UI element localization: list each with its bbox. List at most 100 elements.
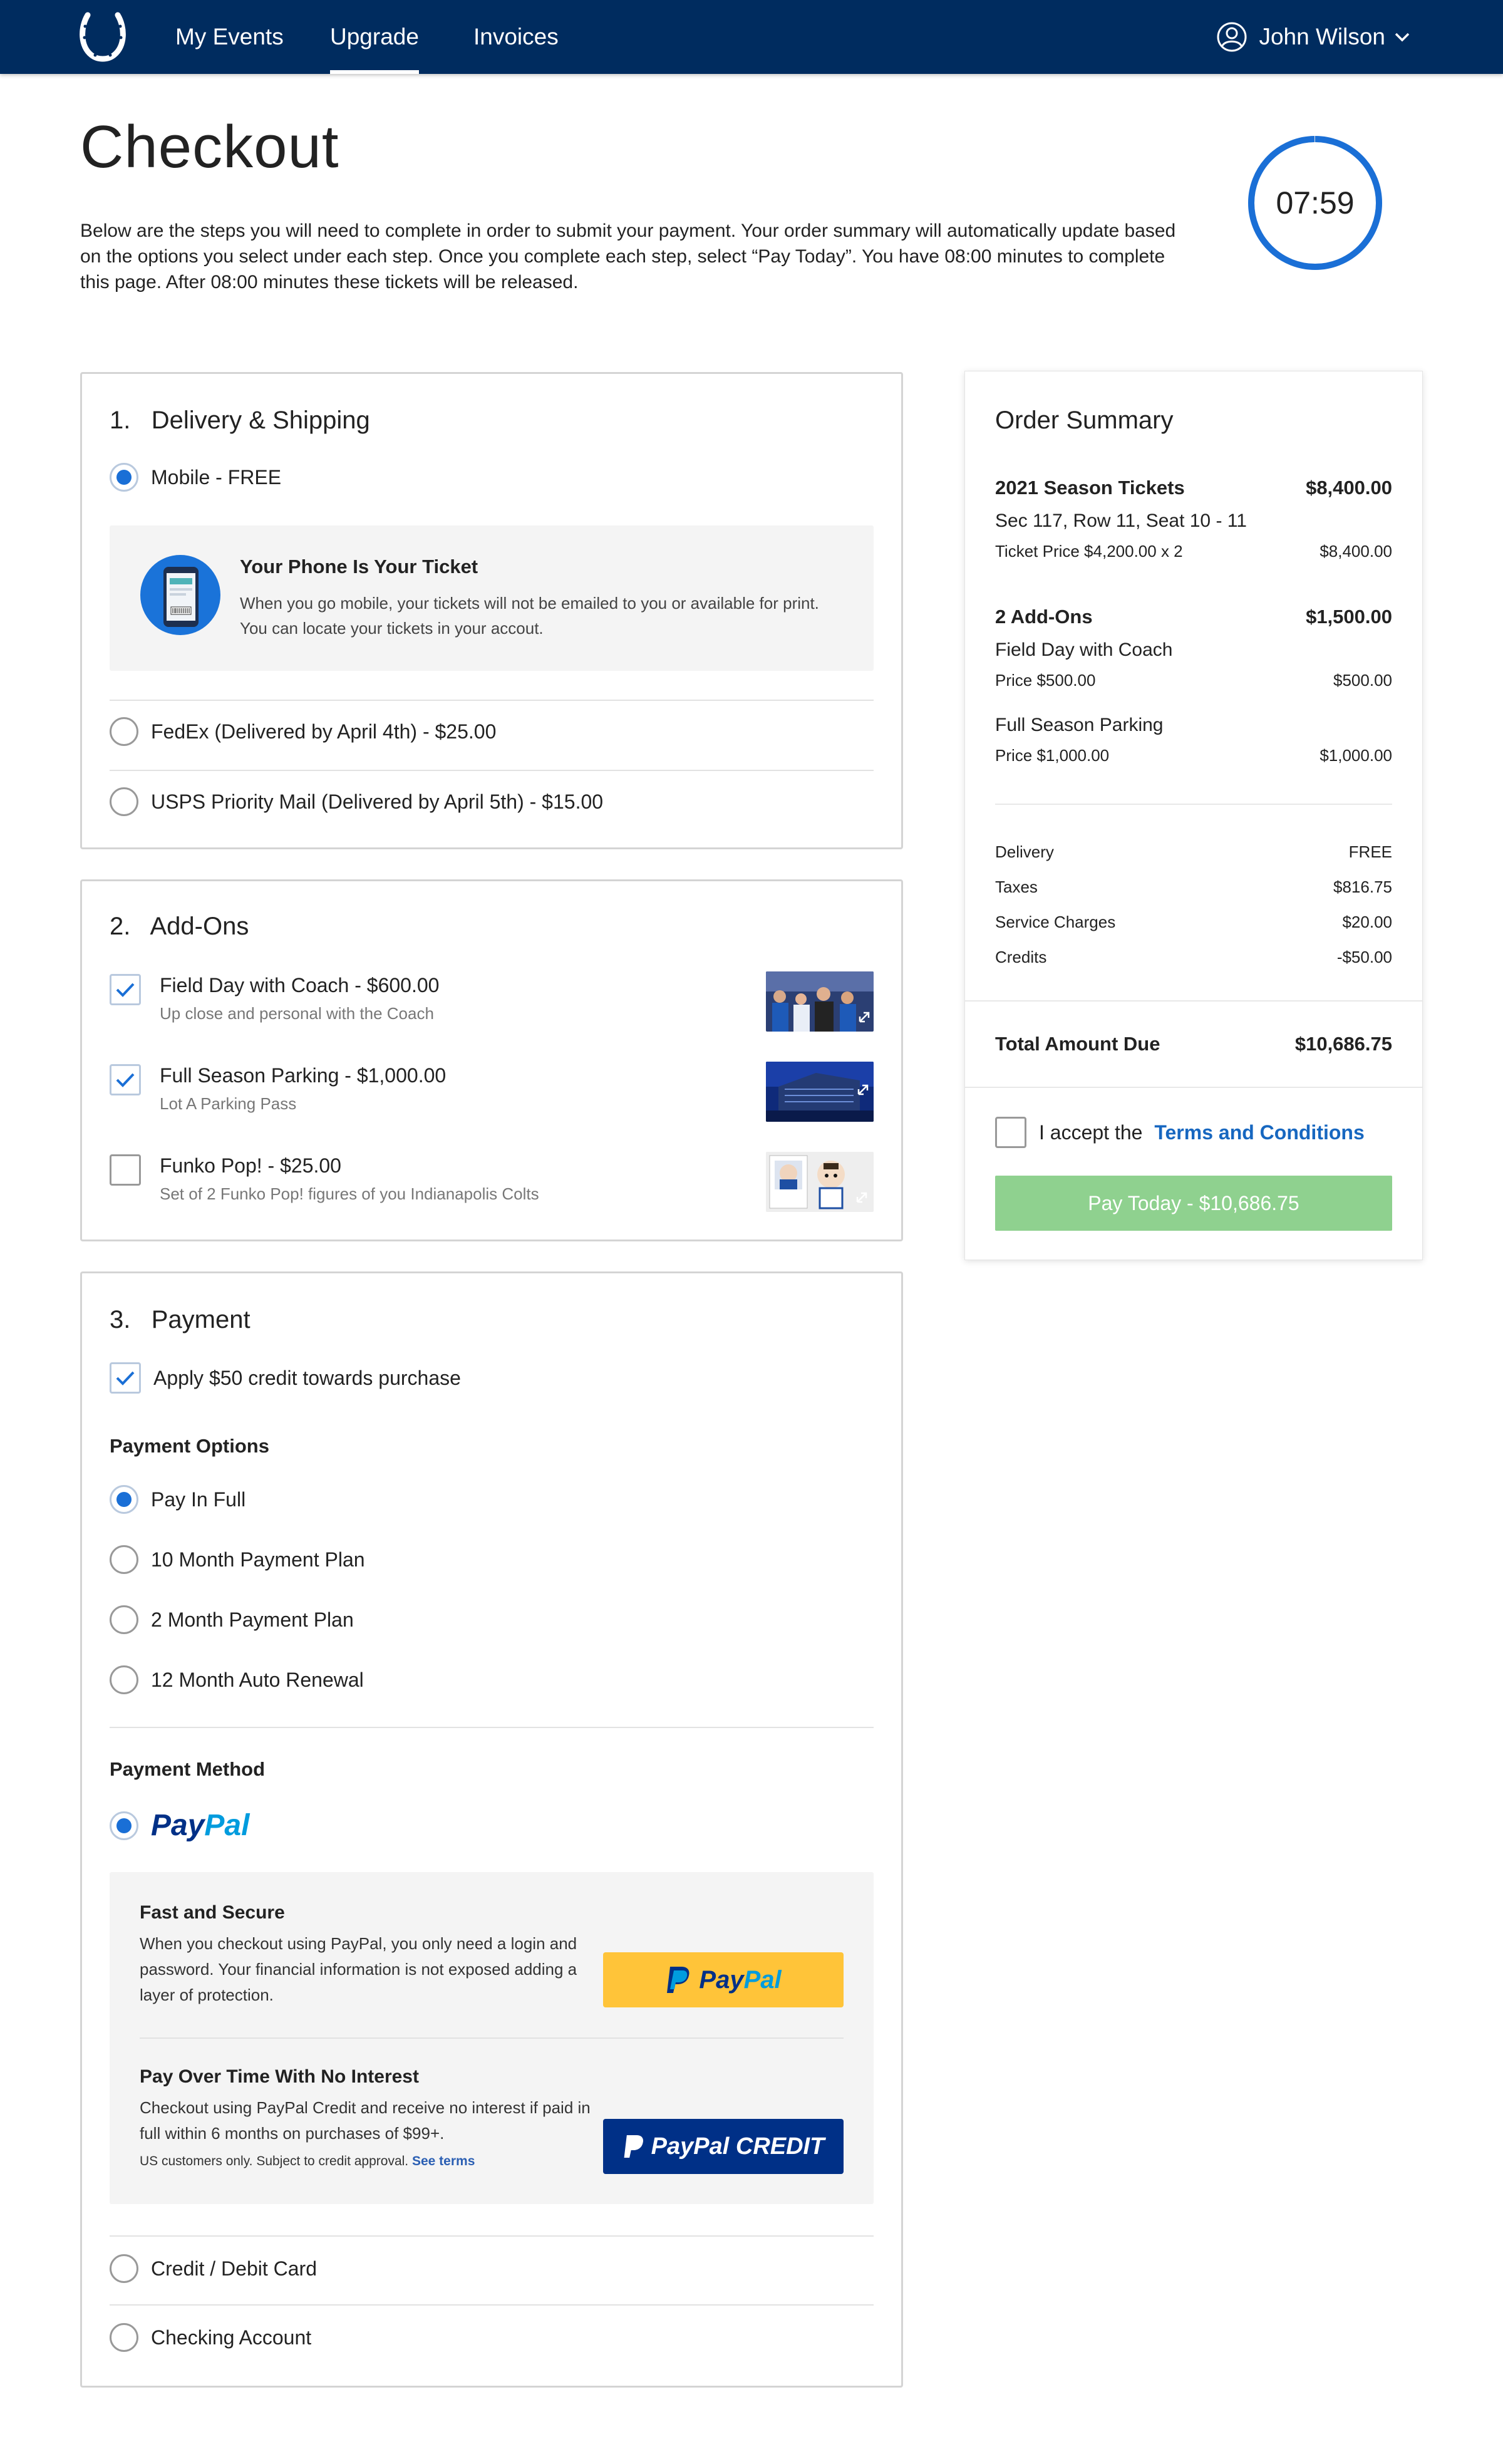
payment-card: 3. Payment Apply $50 credit towards purc… <box>80 1271 903 2388</box>
delivery-card: 1. Delivery & Shipping Mobile - FREE You… <box>80 372 903 849</box>
summary-tickets-row: 2021 Season Tickets $8,400.00 <box>995 477 1392 499</box>
paypal-info-box: Fast and Secure When you checkout using … <box>110 1872 874 2204</box>
delivery-option-fedex[interactable]: FedEx (Delivered by April 4th) - $25.00 <box>110 717 496 746</box>
mobile-info-text: When you go mobile, your tickets will no… <box>240 594 819 638</box>
delivery-title: 1. Delivery & Shipping <box>110 406 370 434</box>
ticket-price-line: Ticket Price $4,200.00 x 2 <box>995 542 1183 561</box>
addons-label: 2 Add-Ons <box>995 606 1093 628</box>
delivery-option-label: USPS Priority Mail (Delivered by April 5… <box>151 790 604 813</box>
summary-fee-row: Credits -$50.00 <box>995 948 1392 966</box>
divider <box>110 700 874 701</box>
ticket-price-amount: $8,400.00 <box>1320 542 1392 561</box>
summary-addons-row: 2 Add-Ons $1,500.00 <box>995 606 1392 628</box>
addon-title: Funko Pop! - $25.00 <box>160 1154 341 1177</box>
addon-item-field-day[interactable]: Field Day with Coach - $600.00 Up close … <box>110 971 874 1040</box>
payment-option-label: Pay In Full <box>151 1488 246 1511</box>
mobile-phone-icon <box>140 555 220 635</box>
funko-figures-image <box>766 1152 874 1212</box>
radio-button[interactable] <box>110 463 138 492</box>
chevron-down-icon <box>1395 33 1410 42</box>
radio-button[interactable] <box>110 1605 138 1634</box>
tab-my-events[interactable]: My Events <box>175 0 284 74</box>
addon-subtitle: Up close and personal with the Coach <box>160 1004 434 1023</box>
see-terms-link[interactable]: See terms <box>412 2154 475 2168</box>
addon-item-parking[interactable]: Full Season Parking - $1,000.00 Lot A Pa… <box>110 1062 874 1131</box>
payment-options-heading: Payment Options <box>110 1435 269 1457</box>
order-summary: Order Summary 2021 Season Tickets $8,400… <box>964 371 1423 1260</box>
radio-button[interactable] <box>110 1811 138 1840</box>
payment-option-label: 12 Month Auto Renewal <box>151 1668 364 1691</box>
checkmark-icon <box>116 1073 135 1087</box>
checkbox[interactable] <box>110 1064 141 1095</box>
payment-method-checking[interactable]: Checking Account <box>110 2323 311 2352</box>
payment-method-heading: Payment Method <box>110 1758 266 1780</box>
payment-option-2-month[interactable]: 2 Month Payment Plan <box>110 1605 354 1634</box>
colts-horseshoe-logo[interactable] <box>79 11 127 63</box>
terms-link[interactable]: Terms and Conditions <box>1154 1121 1364 1144</box>
pay-today-button[interactable]: Pay Today - $10,686.75 <box>995 1176 1392 1231</box>
user-avatar-icon <box>1217 22 1247 52</box>
checkbox[interactable] <box>110 974 141 1005</box>
intro-text: Below are the steps you will need to com… <box>80 220 1176 292</box>
addon-thumbnail-parking[interactable] <box>766 1062 874 1122</box>
radio-button[interactable] <box>110 2254 138 2283</box>
delivery-option-mobile[interactable]: Mobile - FREE <box>110 463 281 492</box>
addon-item-funko[interactable]: Funko Pop! - $25.00 Set of 2 Funko Pop! … <box>110 1152 874 1221</box>
payment-option-auto-renewal[interactable]: 12 Month Auto Renewal <box>110 1665 364 1694</box>
coach-photo-image <box>766 971 874 1032</box>
addon-thumbnail-funko[interactable] <box>766 1152 874 1212</box>
radio-button[interactable] <box>110 2323 138 2352</box>
payment-option-10-month[interactable]: 10 Month Payment Plan <box>110 1545 365 1574</box>
addon-thumbnail-coach[interactable] <box>766 971 874 1032</box>
terms-row: I accept the Terms and Conditions <box>995 1117 1365 1148</box>
divider <box>995 804 1392 805</box>
addon-title: Field Day with Coach - $600.00 <box>160 974 440 996</box>
paypal-p-icon <box>624 2135 643 2158</box>
summary-addon-price-row: Price $500.00 $500.00 <box>995 671 1392 690</box>
divider <box>110 1727 874 1728</box>
payment-title: 3. Payment <box>110 1306 250 1333</box>
payment-method-paypal[interactable]: PayPal <box>110 1808 249 1843</box>
payment-method-card[interactable]: Credit / Debit Card <box>110 2254 317 2283</box>
user-name: John Wilson <box>1259 24 1385 49</box>
radio-button[interactable] <box>110 1485 138 1514</box>
payment-option-pay-in-full[interactable]: Pay In Full <box>110 1485 245 1514</box>
checkmark-icon <box>116 983 135 997</box>
summary-fee-row: Taxes $816.75 <box>995 877 1392 896</box>
terms-prefix: I accept the <box>1039 1121 1149 1144</box>
delivery-option-usps[interactable]: USPS Priority Mail (Delivered by April 5… <box>110 787 603 816</box>
radio-button[interactable] <box>110 717 138 746</box>
checkmark-icon <box>116 1371 135 1385</box>
timer-value: 07:59 <box>1276 185 1355 220</box>
apply-credit-option[interactable]: Apply $50 credit towards purchase <box>110 1362 461 1394</box>
divider <box>965 1087 1422 1088</box>
summary-fee-row: Service Charges $20.00 <box>995 913 1392 931</box>
countdown-timer: 07:59 <box>1247 135 1383 271</box>
payment-option-label: 2 Month Payment Plan <box>151 1608 354 1631</box>
paypal-logo: PayPal <box>151 1809 250 1842</box>
delivery-option-label: FedEx (Delivered by April 4th) - $25.00 <box>151 720 497 743</box>
payment-method-label: Credit / Debit Card <box>151 2257 317 2280</box>
checkbox[interactable] <box>110 1362 141 1394</box>
paypal-checkout-button[interactable]: PayPal <box>603 1952 844 2007</box>
paypal-credit-text: Checkout using PayPal Credit and receive… <box>140 2098 591 2143</box>
paypal-credit-title: Pay Over Time With No Interest <box>140 2066 419 2087</box>
divider <box>110 2304 874 2306</box>
paypal-credit-button[interactable]: PayPal CREDIT <box>603 2119 844 2174</box>
radio-button[interactable] <box>110 1665 138 1694</box>
user-menu[interactable]: John Wilson <box>1216 0 1422 74</box>
addons-card: 2. Add-Ons Field Day with Coach - $600.0… <box>80 879 903 1241</box>
apply-credit-label: Apply $50 credit towards purchase <box>153 1366 461 1389</box>
checkbox[interactable] <box>110 1154 141 1186</box>
terms-checkbox[interactable] <box>995 1117 1026 1148</box>
paypal-fast-title: Fast and Secure <box>140 1902 285 1923</box>
radio-button[interactable] <box>110 787 138 816</box>
divider <box>110 2235 874 2237</box>
radio-button[interactable] <box>110 1545 138 1574</box>
summary-title: Order Summary <box>995 406 1174 434</box>
tab-invoices[interactable]: Invoices <box>473 0 559 74</box>
addon-title: Full Season Parking - $1,000.00 <box>160 1064 447 1087</box>
summary-total-row: Total Amount Due $10,686.75 <box>995 1033 1392 1055</box>
tab-upgrade[interactable]: Upgrade <box>330 0 419 74</box>
total-value: $10,686.75 <box>1294 1033 1392 1055</box>
